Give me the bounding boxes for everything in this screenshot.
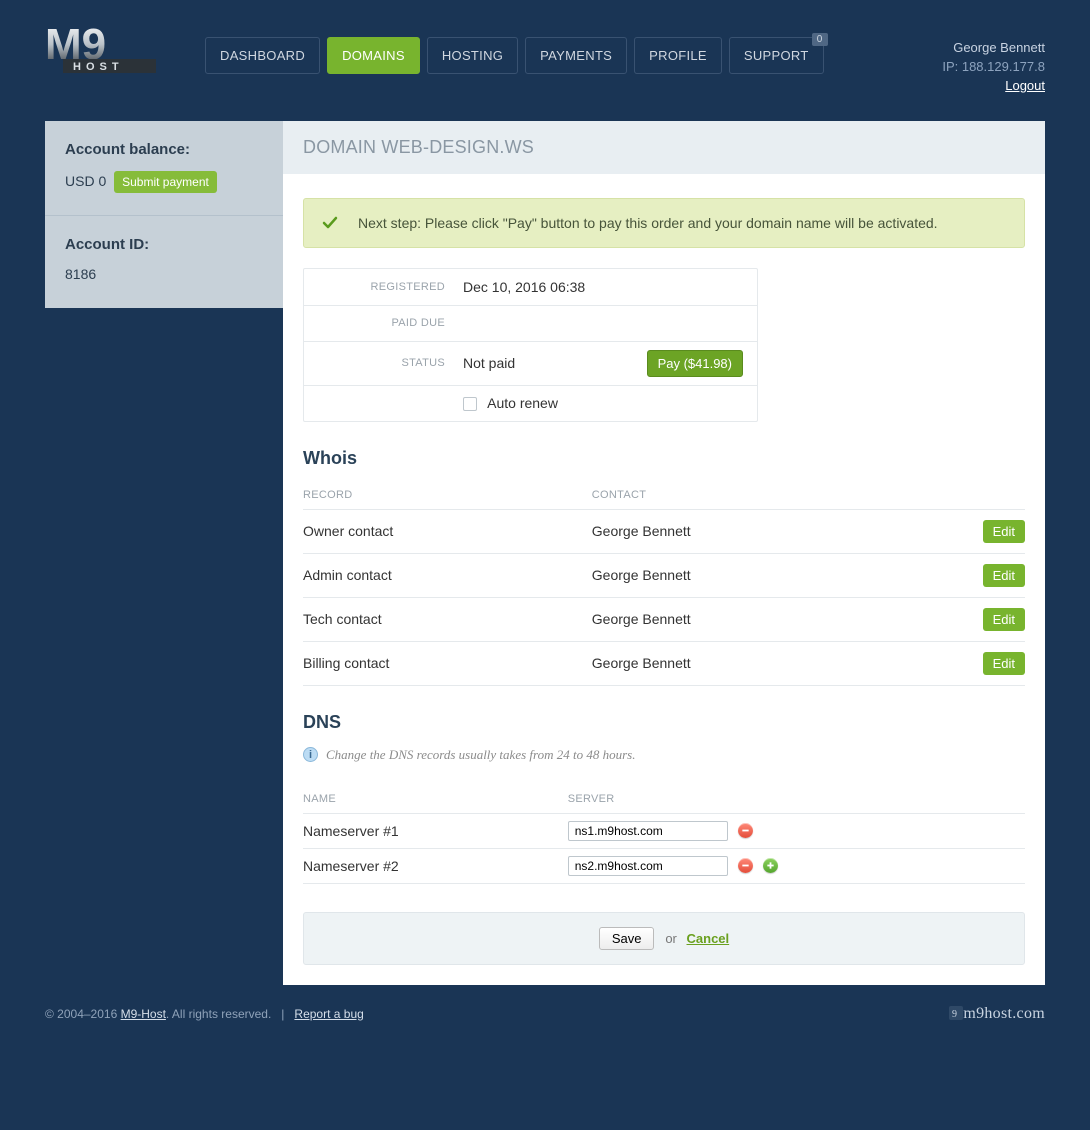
whois-contact: George Bennett [592,641,939,685]
nav-profile[interactable]: PROFILE [634,37,722,74]
alert-text: Next step: Please click "Pay" button to … [358,215,938,231]
or-text: or [665,931,677,946]
edit-button[interactable]: Edit [983,564,1025,587]
whois-col-record: RECORD [303,483,592,510]
ns-name: Nameserver #1 [303,813,568,848]
svg-text:HOST: HOST [73,61,124,73]
report-bug-link[interactable]: Report a bug [294,1007,363,1021]
status-value: Not paid [463,355,515,371]
details-table: REGISTERED Dec 10, 2016 06:38 PAID DUE S… [303,268,758,422]
table-row: Nameserver #2 [303,848,1025,883]
whois-contact: George Bennett [592,509,939,553]
whois-record: Tech contact [303,597,592,641]
remove-icon[interactable] [738,823,753,838]
sidebar-accountid-block: Account ID: 8186 [45,216,283,304]
dns-note-text: Change the DNS records usually takes fro… [326,747,635,763]
whois-record: Admin contact [303,553,592,597]
nav-support[interactable]: SUPPORT 0 [729,37,824,74]
table-row: Tech contact George Bennett Edit [303,597,1025,641]
edit-button[interactable]: Edit [983,520,1025,543]
info-icon: i [303,747,318,762]
status-label: STATUS [318,357,463,369]
registered-label: REGISTERED [318,281,463,293]
auto-renew-checkbox[interactable] [463,397,477,411]
dns-table: NAME SERVER Nameserver #1 [303,787,1025,884]
main-nav: DASHBOARD DOMAINS HOSTING PAYMENTS PROFI… [205,15,942,74]
nav-domains[interactable]: DOMAINS [327,37,420,74]
dns-col-server: SERVER [568,787,1025,814]
support-badge: 0 [812,33,828,46]
page-title: DOMAIN WEB-DESIGN.WS [283,121,1045,174]
table-row: Owner contact George Bennett Edit [303,509,1025,553]
add-icon[interactable] [763,858,778,873]
svg-text:9: 9 [952,1009,957,1020]
nav-hosting[interactable]: HOSTING [427,37,518,74]
form-actions: Save or Cancel [303,912,1025,965]
dns-col-name: NAME [303,787,568,814]
whois-heading: Whois [303,448,1025,469]
footer-brand: 9 m9host.com [949,1005,1045,1023]
account-id-value: 8186 [65,266,263,282]
whois-contact: George Bennett [592,597,939,641]
remove-icon[interactable] [738,858,753,873]
nav-support-label: SUPPORT [744,48,809,63]
sidebar: Account balance: USD 0 Submit payment Ac… [45,121,283,985]
auto-renew-label: Auto renew [487,395,558,411]
content: DOMAIN WEB-DESIGN.WS Next step: Please c… [283,121,1045,985]
nav-payments[interactable]: PAYMENTS [525,37,627,74]
check-icon [322,215,338,231]
table-row: Billing contact George Bennett Edit [303,641,1025,685]
copyright-suffix: . All rights reserved. [166,1007,271,1021]
ns-name: Nameserver #2 [303,848,568,883]
save-button[interactable]: Save [599,927,655,950]
paid-due-label: PAID DUE [318,317,463,329]
footer: © 2004–2016 M9-Host. All rights reserved… [45,985,1045,1063]
sidebar-balance-block: Account balance: USD 0 Submit payment [45,121,283,216]
cancel-link[interactable]: Cancel [687,931,730,946]
whois-record: Billing contact [303,641,592,685]
registered-value: Dec 10, 2016 06:38 [463,279,743,295]
footer-brand-link[interactable]: M9-Host [121,1007,166,1021]
logout-link[interactable]: Logout [1005,78,1045,93]
dns-heading: DNS [303,712,1025,733]
copyright-prefix: © 2004–2016 [45,1007,121,1021]
user-ip: IP: 188.129.177.8 [942,58,1045,77]
nav-dashboard[interactable]: DASHBOARD [205,37,320,74]
table-row: Nameserver #1 [303,813,1025,848]
balance-title: Account balance: [65,141,263,158]
whois-contact: George Bennett [592,553,939,597]
pay-button[interactable]: Pay ($41.98) [647,350,743,377]
main: Account balance: USD 0 Submit payment Ac… [45,121,1045,985]
next-step-alert: Next step: Please click "Pay" button to … [303,198,1025,248]
whois-col-contact: CONTACT [592,483,939,510]
dns-note: i Change the DNS records usually takes f… [303,747,1025,763]
balance-value: USD 0 [65,173,106,189]
account-id-title: Account ID: [65,236,263,253]
submit-payment-button[interactable]: Submit payment [114,171,217,193]
header: M9 HOST DASHBOARD DOMAINS HOSTING PAYMEN… [45,0,1045,121]
whois-table: RECORD CONTACT Owner contact George Benn… [303,483,1025,686]
user-box: George Bennett IP: 188.129.177.8 Logout [942,15,1045,96]
table-row: Admin contact George Bennett Edit [303,553,1025,597]
ns-input[interactable] [568,821,728,841]
edit-button[interactable]: Edit [983,608,1025,631]
ns-input[interactable] [568,856,728,876]
user-name: George Bennett [942,39,1045,58]
logo[interactable]: M9 HOST [45,15,205,81]
edit-button[interactable]: Edit [983,652,1025,675]
whois-record: Owner contact [303,509,592,553]
